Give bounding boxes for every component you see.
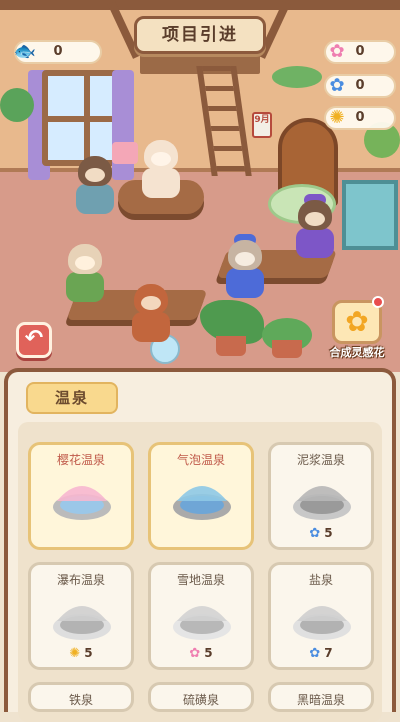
otter-character [132, 284, 170, 342]
project-card[interactable]: 樱花温泉 [28, 442, 134, 550]
ladder [196, 66, 252, 176]
project-card[interactable]: 硫磺泉 [148, 682, 254, 712]
plant-pot [216, 336, 246, 356]
project-card-name: 硫磺泉 [182, 693, 219, 707]
project-card-cost-value: 5 [204, 646, 213, 660]
pink-flower-counter: ✿ 0 [324, 40, 396, 64]
project-card-cost: ✿ 5 [271, 526, 371, 541]
fish-counter: 🐟 0 [14, 40, 102, 64]
blue-flower-counter: ✿ 0 [324, 74, 396, 98]
project-card-name: 铁泉 [68, 693, 93, 707]
blue-flower-count: 0 [355, 78, 365, 93]
craft-button-label: 合成灵感花 [329, 346, 385, 359]
computer [112, 142, 138, 164]
calendar: 9月 [252, 112, 272, 138]
project-card-cost-value: 5 [324, 526, 333, 540]
otter-character [226, 234, 264, 298]
project-card-cost-value: 5 [84, 646, 93, 660]
calendar-label: 9月 [254, 115, 270, 125]
back-arrow-icon: ↶ [24, 326, 44, 351]
craft-inspiration-button[interactable]: ✿ 合成灵感花 [328, 296, 386, 359]
hanging-plant [0, 88, 34, 122]
sunflower-count: 0 [355, 110, 365, 125]
hot-spring-icon [51, 473, 113, 521]
ceiling-beam [0, 0, 400, 10]
project-card[interactable]: 泥浆温泉 ✿ 5 [268, 442, 374, 550]
otter-character [76, 156, 114, 214]
pink-flower-count: 0 [355, 44, 365, 59]
shelf-plants [272, 66, 322, 88]
project-card-cost: ✿ 7 [271, 646, 371, 661]
page-title: 项目引进 [134, 16, 266, 54]
project-card[interactable]: 铁泉 [28, 682, 134, 712]
sunflower-icon: ✺ [69, 646, 81, 661]
tab-label: 温泉 [54, 389, 89, 407]
project-card-cost: ✿ 5 [151, 646, 251, 661]
bookshelf [342, 180, 398, 250]
project-card[interactable]: 盐泉 ✿ 7 [268, 562, 374, 670]
hot-spring-icon [51, 593, 113, 641]
hot-spring-icon [171, 593, 233, 641]
floor-line [0, 168, 400, 172]
project-card[interactable]: 瀑布温泉 ✺ 5 [28, 562, 134, 670]
sunflower-counter: ✺ 0 [324, 106, 396, 130]
blue-flower-icon: ✿ [309, 646, 321, 661]
hot-spring-icon [291, 473, 353, 521]
project-card[interactable]: 雪地温泉 ✿ 5 [148, 562, 254, 670]
project-card-name: 气泡温泉 [176, 453, 225, 467]
project-card-name: 雪地温泉 [176, 573, 225, 587]
page-title-text: 项目引进 [162, 25, 238, 45]
project-card-cost: ✺ 5 [31, 646, 131, 661]
otter-character [66, 244, 104, 302]
tab-hot-spring[interactable]: 温泉 [26, 382, 118, 414]
project-card-name: 泥浆温泉 [296, 453, 345, 467]
back-button[interactable]: ↶ [16, 322, 52, 358]
project-card[interactable]: 黑暗温泉 [268, 682, 374, 712]
blue-flower-icon: ✿ [309, 526, 321, 541]
plant-pot [272, 340, 302, 358]
project-card-name: 盐泉 [308, 573, 333, 587]
hot-spring-icon [291, 593, 353, 641]
project-card-name: 瀑布温泉 [56, 573, 105, 587]
pink-flower-icon: ✿ [189, 646, 201, 661]
project-card-name: 黑暗温泉 [296, 693, 345, 707]
otter-character [142, 140, 180, 198]
fish-count: 0 [53, 44, 63, 59]
otter-character [296, 194, 334, 258]
hot-spring-icon [171, 473, 233, 521]
project-card-cost-value: 7 [324, 646, 333, 660]
project-card-name: 樱花温泉 [56, 453, 105, 467]
notification-dot [372, 296, 384, 308]
project-card[interactable]: 气泡温泉 [148, 442, 254, 550]
